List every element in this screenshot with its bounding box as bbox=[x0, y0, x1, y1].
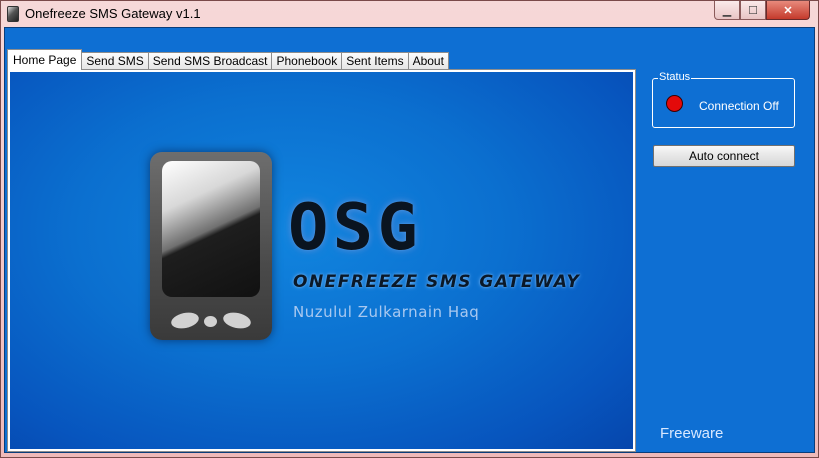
tab-sent-items[interactable]: Sent Items bbox=[341, 52, 409, 70]
tab-phonebook[interactable]: Phonebook bbox=[271, 52, 343, 70]
phone-right-key bbox=[221, 310, 253, 331]
app-icon[interactable] bbox=[7, 6, 19, 22]
status-groupbox: Status Connection Off bbox=[652, 71, 795, 128]
auto-connect-button[interactable]: Auto connect bbox=[653, 145, 795, 167]
status-indicator-icon bbox=[666, 95, 683, 112]
freeware-label: Freeware bbox=[660, 425, 724, 442]
phone-screen bbox=[162, 161, 260, 297]
phone-left-key bbox=[169, 310, 201, 331]
tab-send-sms[interactable]: Send SMS bbox=[81, 52, 149, 70]
splash-banner: OSG ONEFREEZE SMS GATEWAY Nuzulul Zulkar… bbox=[10, 72, 633, 449]
client-area: Home Page Send SMS Send SMS Broadcast Ph… bbox=[4, 27, 815, 453]
home-page-panel: OSG ONEFREEZE SMS GATEWAY Nuzulul Zulkar… bbox=[7, 69, 636, 452]
status-group-label: Status bbox=[658, 71, 692, 83]
tab-send-sms-broadcast[interactable]: Send SMS Broadcast bbox=[147, 52, 273, 70]
minimize-icon: ▁ bbox=[722, 4, 732, 17]
window-title: Onefreeze SMS Gateway v1.1 bbox=[25, 6, 201, 21]
tab-about[interactable]: About bbox=[407, 52, 449, 70]
connection-label: Connection bbox=[699, 99, 760, 113]
phone-logo-icon bbox=[150, 152, 272, 340]
logo-wordmark: OSG bbox=[288, 191, 422, 265]
phone-center-key bbox=[204, 316, 217, 327]
app-window: Onefreeze SMS Gateway v1.1 ▁ ☐ ✕ Home Pa… bbox=[0, 0, 819, 458]
connection-value: Off bbox=[763, 99, 779, 113]
title-bar[interactable]: Onefreeze SMS Gateway v1.1 ▁ ☐ ✕ bbox=[1, 1, 818, 27]
author-name: Nuzulul Zulkarnain Haq bbox=[293, 303, 480, 321]
close-icon: ✕ bbox=[783, 4, 793, 17]
maximize-button[interactable]: ☐ bbox=[740, 1, 766, 20]
caption-buttons: ▁ ☐ ✕ bbox=[714, 1, 810, 20]
minimize-button[interactable]: ▁ bbox=[714, 1, 740, 20]
tab-strip: Home Page Send SMS Send SMS Broadcast Ph… bbox=[7, 48, 449, 70]
maximize-icon: ☐ bbox=[748, 4, 758, 17]
logo-subtitle: ONEFREEZE SMS GATEWAY bbox=[293, 272, 581, 292]
tab-home-page[interactable]: Home Page bbox=[7, 49, 83, 70]
close-button[interactable]: ✕ bbox=[766, 1, 810, 20]
